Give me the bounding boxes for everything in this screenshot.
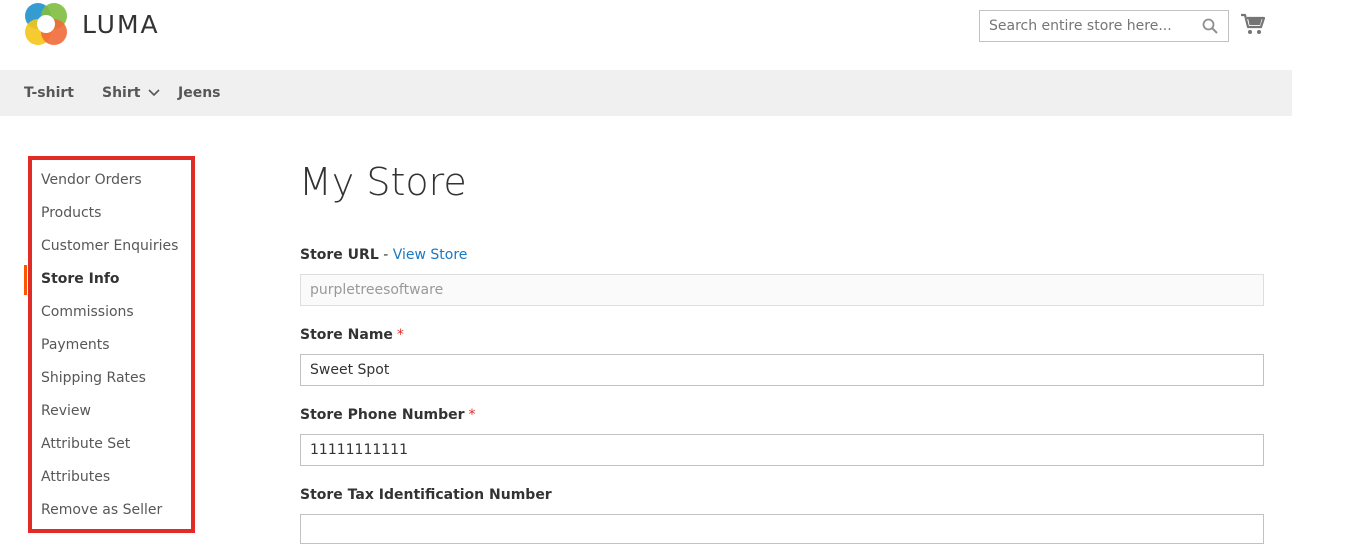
nav-item-shirt[interactable]: Shirt [102, 85, 161, 101]
sidebar-item-review[interactable]: Review [41, 403, 91, 419]
search-icon[interactable] [1202, 18, 1218, 34]
sidebar-item-commissions[interactable]: Commissions [41, 304, 134, 320]
chevron-down-icon [148, 89, 161, 97]
search-box[interactable] [979, 10, 1229, 42]
store-name-label-text: Store Name [300, 327, 393, 343]
logo-text: LUMA [82, 9, 160, 39]
sidebar-item-remove-as-seller[interactable]: Remove as Seller [41, 502, 162, 518]
luma-logo-icon [25, 3, 67, 45]
sidebar-item-shipping-rates[interactable]: Shipping Rates [41, 370, 146, 386]
store-url-separator: - [378, 247, 393, 263]
store-tax-field[interactable] [300, 514, 1264, 544]
sidebar-item-customer-enquiries[interactable]: Customer Enquiries [41, 238, 178, 254]
nav-item-label: Shirt [102, 85, 141, 101]
view-store-link[interactable]: View Store [393, 247, 468, 263]
nav-item-tshirt[interactable]: T-shirt [24, 85, 74, 101]
store-name-label: Store Name * [300, 327, 404, 343]
sidebar-item-attribute-set[interactable]: Attribute Set [41, 436, 130, 452]
store-phone-label-text: Store Phone Number [300, 407, 465, 423]
store-url-label: Store URL - View Store [300, 247, 467, 263]
page-title: My Store [299, 160, 467, 204]
luma-logo[interactable]: LUMA [24, 2, 160, 46]
store-url-field [300, 274, 1264, 306]
sidebar-item-vendor-orders[interactable]: Vendor Orders [41, 172, 142, 188]
search-input[interactable] [980, 11, 1190, 41]
store-phone-label: Store Phone Number * [300, 407, 476, 423]
store-phone-field[interactable] [300, 434, 1264, 466]
nav-item-label: Jeens [178, 85, 221, 101]
required-mark: * [396, 327, 404, 343]
nav-item-jeens[interactable]: Jeens [178, 85, 221, 101]
store-url-label-text: Store URL [300, 247, 379, 263]
cart-icon[interactable] [1241, 13, 1265, 35]
store-name-field[interactable] [300, 354, 1264, 386]
store-tax-label-text: Store Tax Identification Number [300, 487, 552, 503]
main-navigation: T-shirt Shirt Jeens [0, 70, 1292, 116]
required-mark: * [468, 407, 476, 423]
nav-item-label: T-shirt [24, 85, 74, 101]
sidebar-item-products[interactable]: Products [41, 205, 101, 221]
page-header: LUMA [0, 0, 1292, 70]
sidebar-item-store-info[interactable]: Store Info [41, 271, 120, 287]
sidebar-item-attributes[interactable]: Attributes [41, 469, 110, 485]
active-item-indicator [24, 265, 27, 295]
store-tax-label: Store Tax Identification Number [300, 487, 552, 503]
sidebar-item-payments[interactable]: Payments [41, 337, 110, 353]
